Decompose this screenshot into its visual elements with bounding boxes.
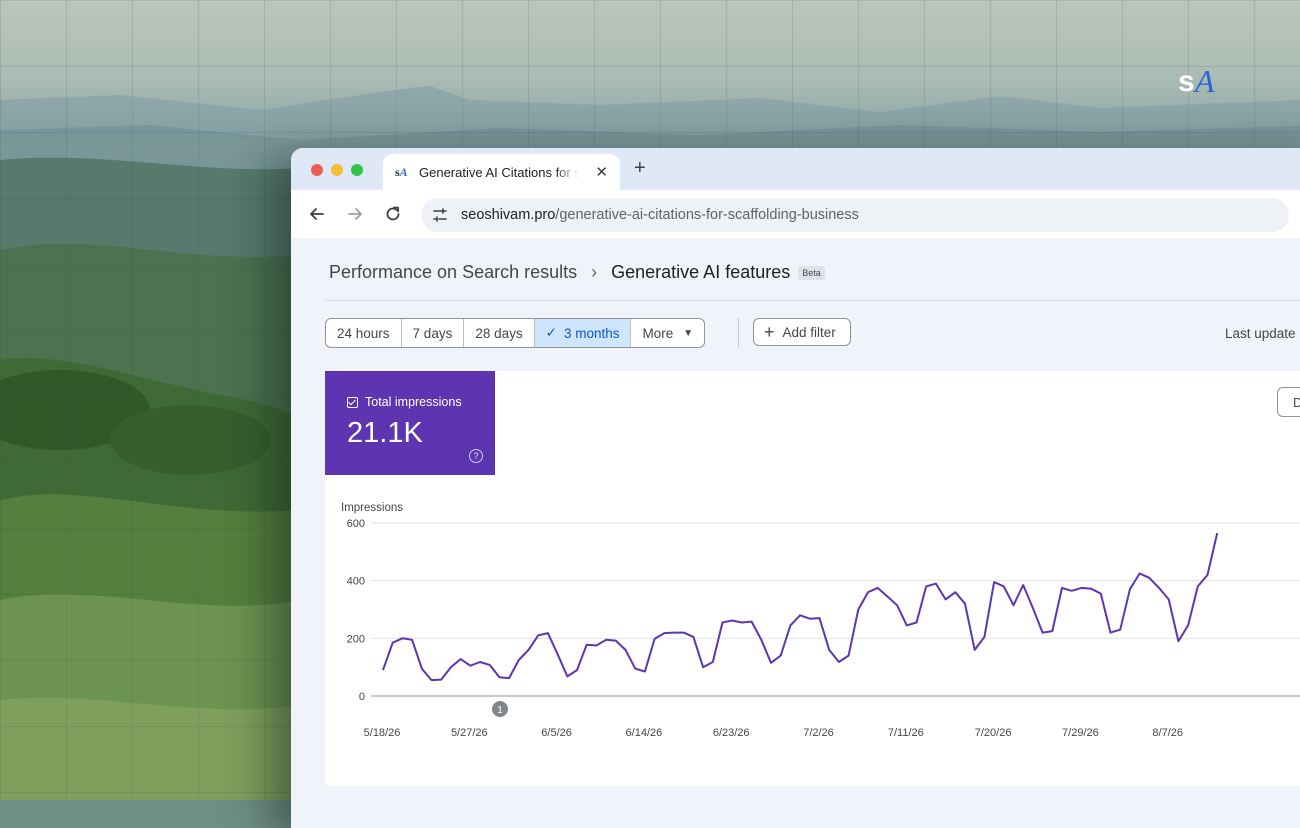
new-tab-icon[interactable]: + [634,157,646,180]
back-arrow-icon[interactable] [307,204,327,224]
url-path: /generative-ai-citations-for-scaffolding… [555,207,859,223]
x-tick-label: 8/7/26 [1152,727,1183,739]
add-filter-button[interactable]: + Add filter [753,318,851,346]
impressions-line [382,532,1219,682]
range-label: 3 months [563,325,620,341]
metric-label: Total impressions [347,395,462,409]
sa-logo: s A [1178,63,1215,96]
range-button-7-days[interactable]: 7 days [402,319,465,347]
close-window-button[interactable] [311,164,323,176]
range-label: 28 days [475,325,523,341]
search-console-page: Performance on Search results › Generati… [291,238,1300,828]
tab-bar: sA Generative AI Citations for scaffoldi… [291,148,1300,190]
maximize-window-button[interactable] [351,164,363,176]
range-label: More [642,325,674,341]
total-impressions-metric[interactable]: Total impressions 21.1K ? [325,371,495,475]
url-text: seoshivam.pro/generative-ai-citations-fo… [461,207,859,223]
check-icon: ✓ [545,325,557,340]
annotation-marker-label: 1 [497,705,503,716]
x-tick-label: 7/29/26 [1062,727,1099,739]
x-tick-label: 6/23/26 [713,727,750,739]
site-settings-icon[interactable] [431,206,449,224]
x-tick-label: 5/18/26 [364,727,401,739]
url-domain: seoshivam.pro [461,207,556,223]
y-tick-label: 600 [347,518,365,530]
browser-window: sA Generative AI Citations for scaffoldi… [291,148,1300,828]
y-tick-label: 0 [359,691,365,703]
browser-tab[interactable]: sA Generative AI Citations for scaffoldi… [383,154,620,190]
plus-icon: + [764,322,775,342]
y-tick-label: 200 [347,633,365,645]
y-axis-title: Impressions [341,502,403,514]
tab-title: Generative AI Citations for scaffolding … [419,164,579,180]
dropdown-caret-icon: ▼ [683,327,694,339]
x-tick-label: 7/2/26 [803,727,834,739]
browser-toolbar: seoshivam.pro/generative-ai-citations-fo… [291,190,1300,239]
window-controls [311,164,363,176]
last-update-text: Last update [1225,326,1296,341]
toolbar-separator [738,318,739,348]
add-filter-label: Add filter [782,324,836,340]
range-button-3-months[interactable]: ✓ 3 months [534,319,632,347]
range-button-28-days[interactable]: 28 days [464,319,535,347]
page-title: Generative AI features [611,262,791,282]
help-icon[interactable]: ? [469,449,483,463]
breadcrumb: Performance on Search results › Generati… [329,262,825,283]
x-tick-label: 6/14/26 [626,727,663,739]
minimize-window-button[interactable] [331,164,343,176]
address-bar[interactable]: seoshivam.pro/generative-ai-citations-fo… [421,198,1289,232]
x-tick-label: 5/27/26 [451,727,488,739]
favicon-icon: sA [395,164,408,179]
x-tick-label: 6/5/26 [541,727,572,739]
x-tick-label: 7/11/26 [888,727,924,739]
forward-arrow-icon[interactable] [345,204,365,224]
svg-text:s: s [1178,65,1194,96]
range-label: 7 days [412,325,453,341]
performance-card: Impressions 0 200 400 600 5/18/26 5/27/26 6/5/2… [325,371,1300,786]
range-label: 24 hours [337,325,390,341]
metric-label-text: Total impressions [365,395,462,409]
range-button-24-hours[interactable]: 24 hours [326,319,402,347]
metric-value: 21.1K [347,417,423,449]
x-tick-label: 7/20/26 [975,727,1012,739]
download-button[interactable]: D [1277,387,1300,417]
reload-icon[interactable] [383,204,403,224]
checkbox-checked-icon [347,396,358,408]
y-tick-label: 400 [347,576,365,588]
chevron-right-icon: › [591,262,598,282]
breadcrumb-parent[interactable]: Performance on Search results [329,262,577,283]
header-divider [325,300,1300,301]
svg-text:A: A [1193,63,1215,96]
tab-close-icon[interactable]: ✕ [595,163,608,181]
beta-badge: Beta [798,265,825,280]
date-range-selector: 24 hours 7 days 28 days ✓ 3 months More ▼ [325,318,706,348]
range-button-more[interactable]: More ▼ [631,319,704,347]
